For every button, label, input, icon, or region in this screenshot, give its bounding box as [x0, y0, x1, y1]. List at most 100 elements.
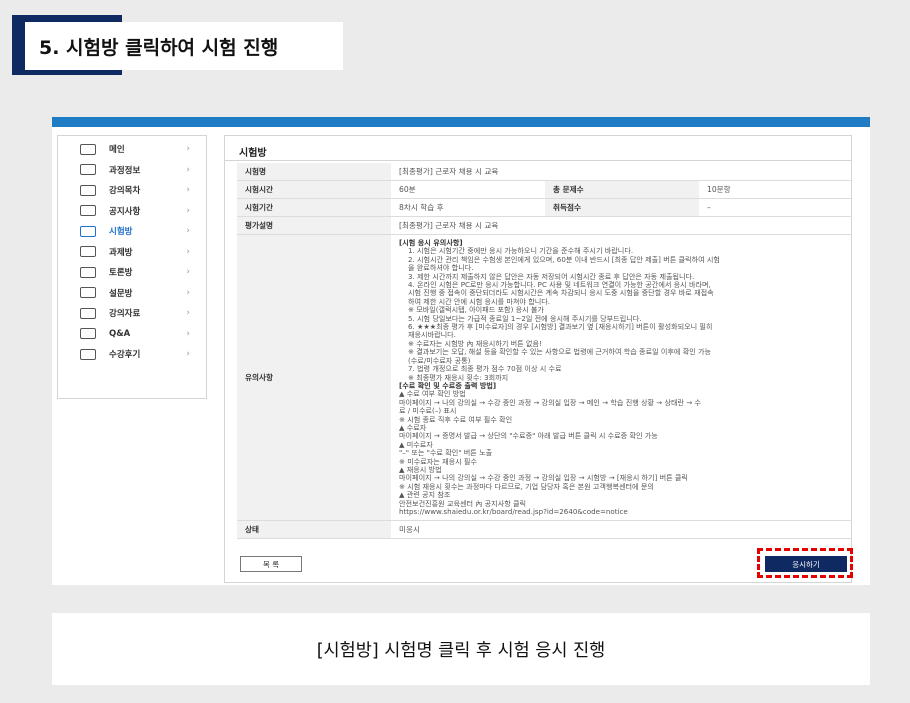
exam-name-link[interactable]: [최종평가] 근로자 채용 시 교육 [391, 163, 851, 181]
step-title: 5. 시험방 클릭하여 시험 진행 [25, 22, 343, 70]
sidebar-item-label: 강의목차 [109, 186, 141, 197]
notice-line: ※ 수료자는 시험방 內 재응시하기 버튼 없음! [408, 339, 542, 348]
sidebar-item-survey[interactable]: 설문방 › [58, 283, 206, 304]
notice-line: ▲ 수료자 [399, 423, 427, 432]
survey-icon [80, 287, 96, 299]
notice-line: 2. 시험시간 관리 책임은 수험생 본인에게 있으며, 60분 이내 반드시 … [408, 255, 720, 264]
notice-line: 7. 법령 개정으로 최종 평가 점수 70점 이상 시 수료 [408, 365, 562, 374]
notice-line: [시험 응시 유의사항] [399, 239, 463, 247]
notice-line: 1. 시험은 시험기간 중에만 응시 가능하오니 기간을 준수해 주시기 바랍니… [408, 247, 634, 256]
sidebar-item-assignment[interactable]: 과제방 › [58, 242, 206, 263]
sidebar-item-syllabus[interactable]: 강의목차 › [58, 180, 206, 201]
sidebar-item-notice[interactable]: 공지사항 › [58, 201, 206, 222]
status-label: 상태 [237, 520, 391, 540]
exam-edit-icon [80, 225, 96, 237]
sidebar-menu: 메인 › 과정정보 › 강의목차 › 공지사항 › 시험방 › 과제방 › 토론… [57, 135, 207, 399]
chevron-right-icon: › [186, 349, 190, 360]
notice-text: [시험 응시 유의사항] 1. 시험은 시험기간 중에만 응시 가능하오니 기간을… [391, 234, 851, 522]
description-value: [최종평가] 근로자 채용 시 교육 [391, 216, 851, 235]
table-row: 상태 미응시 [237, 520, 851, 540]
notice-line: 마이페이지 → 증명서 발급 → 상단의 "수료증" 아래 발급 버튼 클릭 시… [399, 432, 658, 441]
sidebar-item-label: Q&A [109, 328, 131, 339]
exam-time-label: 시험시간 [237, 180, 391, 199]
sidebar-item-label: 과제방 [109, 247, 133, 258]
chevron-right-icon: › [186, 328, 190, 339]
notice-line: ※ 미수료자는 재응시 필수 [399, 457, 477, 466]
sidebar-item-review[interactable]: 수강후기 › [58, 344, 206, 365]
table-row: 유의사항 [시험 응시 유의사항] 1. 시험은 시험기간 중에만 응시 가능하오… [237, 234, 851, 522]
question-count-label: 총 문제수 [545, 180, 699, 199]
sidebar-item-label: 과정정보 [109, 165, 141, 176]
sidebar-item-label: 메인 [109, 145, 125, 156]
sidebar-item-label: 시험방 [109, 227, 133, 238]
chat-icon [80, 143, 96, 155]
chevron-right-icon: › [186, 185, 190, 196]
notice-line: [수료 확인 및 수료증 출력 방법] [399, 381, 497, 390]
sidebar-item-label: 공지사항 [109, 206, 141, 217]
table-row: 시험시간 60분 총 문제수 10문항 [237, 180, 851, 199]
notice-line: ▲ 수료 여부 확인 방법 [399, 390, 466, 399]
notice-line: ※ 시험 종료 직후 수료 여부 필수 확인 [399, 415, 513, 424]
top-bar [52, 117, 870, 127]
chevron-right-icon: › [186, 308, 190, 319]
document-icon [80, 246, 96, 258]
list-button[interactable]: 목 록 [240, 556, 302, 572]
sidebar-item-course-info[interactable]: 과정정보 › [58, 160, 206, 181]
notice-line: ※ 결과보기는 오답, 해설 등을 확인할 수 있는 사항으로 법령에 근거하여… [408, 348, 712, 357]
exam-period-label: 시험기간 [237, 198, 391, 217]
exam-time-value: 60분 [391, 180, 545, 199]
notice-label: 유의사항 [237, 234, 391, 522]
review-icon [80, 348, 96, 360]
notice-line: 안전보건진흥원 교육센터 內 공지사항 클릭 [399, 499, 527, 508]
divider [225, 160, 851, 161]
sidebar-item-qa[interactable]: Q&A › [58, 324, 206, 345]
table-row: 시험명 [최종평가] 근로자 채용 시 교육 [237, 163, 851, 181]
sidebar-item-label: 강의자료 [109, 309, 141, 320]
sidebar-item-label: 토론방 [109, 268, 133, 279]
take-exam-button[interactable]: 응시하기 [765, 556, 847, 572]
books-icon [80, 307, 96, 319]
notice-line: ※ 시험 재응시 횟수는 과정마다 다르므로, 기업 담당자 혹은 본원 고객행… [399, 482, 654, 491]
megaphone-icon [80, 205, 96, 217]
sidebar-item-label: 설문방 [109, 288, 133, 299]
chevron-right-icon: › [186, 267, 190, 278]
chevron-right-icon: › [186, 287, 190, 298]
notice-line: ▲ 미수료자 [399, 440, 433, 449]
notice-line: 재응시바랍니다. [408, 331, 456, 340]
screenshot-panel: 메인 › 과정정보 › 강의목차 › 공지사항 › 시험방 › 과제방 › 토론… [52, 117, 870, 585]
table-row: 평가설명 [최종평가] 근로자 채용 시 교육 [237, 216, 851, 235]
exam-period-value: 8차시 학습 후 [391, 198, 545, 217]
notice-line: 마이페이지 → 나의 강의실 → 수강 중인 과정 → 강의실 입장 → 메인 … [399, 398, 702, 407]
notice-line: 6. ★★★최종 평가 후 [미수료자]의 경우 [시험방] 결과보기 옆 [재… [408, 323, 713, 332]
chevron-right-icon: › [186, 226, 190, 237]
notice-line: 하여 제한 시간 안에 시험 응시를 마쳐야 합니다. [408, 297, 551, 306]
notice-line: ▲ 재응시 방법 [399, 465, 442, 474]
notice-line: 시험 진행 중 접속이 중단되더라도 시험시간은 계속 차감되니 응시 도중 시… [408, 289, 714, 298]
score-value: – [699, 198, 851, 217]
chevron-right-icon: › [186, 205, 190, 216]
caption: [시험방] 시험명 클릭 후 시험 응시 진행 [52, 613, 870, 685]
notice-line: https://www.shaiedu.or.kr/board/read.jsp… [399, 508, 628, 516]
qa-icon [80, 328, 96, 340]
notice-line: ※ 모바일(갤럭시탭, 아이패드 포함) 응시 불가 [408, 306, 544, 315]
description-label: 평가설명 [237, 216, 391, 235]
sidebar-item-label: 수강후기 [109, 350, 141, 361]
chevron-right-icon: › [186, 144, 190, 155]
page-title: 시험방 [239, 148, 267, 159]
monitor-icon [80, 164, 96, 176]
notice-line: 을 완료하셔야 합니다. [408, 264, 474, 273]
notice-line: 료 / 미수료(–) 표시 [399, 407, 457, 416]
exam-name-label: 시험명 [237, 163, 391, 181]
sidebar-item-materials[interactable]: 강의자료 › [58, 303, 206, 324]
status-value: 미응시 [391, 520, 851, 540]
notice-line: "–" 또는 "수료 확인" 버튼 노출 [399, 449, 493, 458]
notice-line: ※ 최종평가 재응시 횟수: 3회까지 [408, 373, 509, 382]
sidebar-item-exam[interactable]: 시험방 › [58, 221, 206, 242]
notice-line: (수료/미수료자 공통) [408, 356, 471, 365]
sidebar-item-discussion[interactable]: 토론방 › [58, 262, 206, 283]
notice-line: 3. 제한 시간까지 제출하지 않은 답안은 자동 저장되어 시험시간 종료 후… [408, 272, 695, 281]
notice-line: 5. 시험 당일보다는 가급적 종료일 1~2일 전에 응시해 주시기를 당부드… [408, 314, 642, 323]
sidebar-item-main[interactable]: 메인 › [58, 139, 206, 160]
list-icon [80, 184, 96, 196]
notice-line: ▲ 관련 공지 참조 [399, 491, 451, 500]
